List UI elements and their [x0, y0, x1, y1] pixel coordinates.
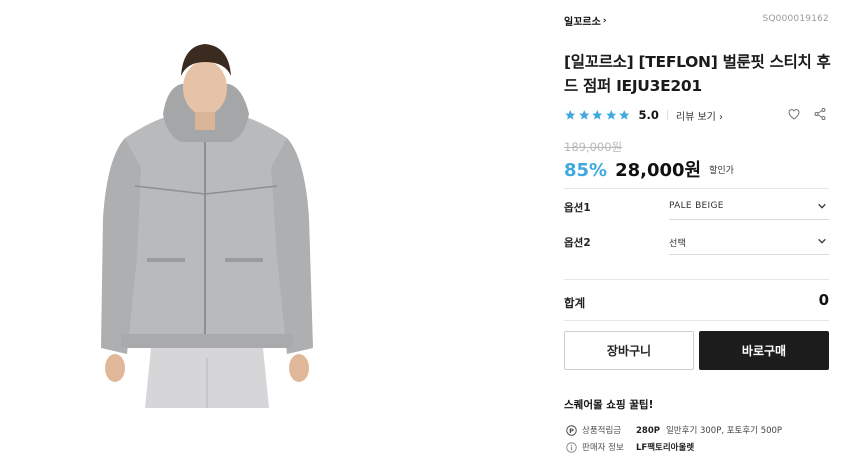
- product-actions: [787, 107, 827, 121]
- star-icon: [605, 110, 616, 120]
- divider: [564, 279, 829, 280]
- rating-score: 5.0: [638, 108, 659, 122]
- svg-text:P: P: [569, 426, 574, 434]
- seller-name: LF팩토리아울렛: [636, 443, 695, 453]
- points-info-row: P 상품적립금 280P 일반후기 300P, 포토후기 500P: [566, 423, 831, 437]
- chevron-down-icon: [818, 238, 826, 244]
- star-icon: [565, 110, 576, 120]
- points-detail: 일반후기 300P, 포토후기 500P: [665, 426, 783, 436]
- total-row: 합계 0: [564, 291, 829, 311]
- buy-now-button[interactable]: 바로구매: [699, 331, 829, 370]
- original-price: 189,000원: [564, 140, 623, 154]
- option-label: 옵션1: [564, 202, 591, 214]
- seller-value[interactable]: LF팩토리아울렛: [636, 441, 694, 453]
- divider: [564, 188, 829, 189]
- shopping-tips-title: 스퀘어몰 쇼핑 꿀팁!: [564, 399, 654, 411]
- option-select[interactable]: 선택: [669, 229, 829, 255]
- points-label: 상품적립금: [582, 426, 622, 436]
- discount-rate: 85%: [564, 160, 608, 181]
- option-row: 옵션2 선택: [564, 229, 829, 255]
- chevron-right-icon: ›: [602, 15, 607, 26]
- seller-label: 판매자 정보: [582, 443, 624, 453]
- chevron-right-icon: ›: [719, 111, 724, 123]
- brand-link[interactable]: 일꼬르소 ›: [564, 13, 607, 29]
- product-title: [일꼬르소] [TEFLON] 벌룬핏 스티치 후드 점퍼 IEJU3E201: [564, 53, 831, 95]
- seller-info-row: 판매자 정보 LF팩토리아울렛: [566, 440, 831, 453]
- star-icon: [578, 110, 589, 120]
- star-rating: [564, 109, 631, 121]
- add-to-cart-button[interactable]: 장바구니: [564, 331, 694, 370]
- point-icon: P: [566, 424, 577, 436]
- review-link[interactable]: 리뷰 보기 ›: [676, 108, 723, 123]
- option-select[interactable]: PALE BEIGE: [669, 194, 829, 220]
- sale-price: 28,000원: [615, 160, 702, 181]
- rating-row: 5.0 리뷰 보기 ›: [564, 107, 829, 123]
- review-link-label: 리뷰 보기: [675, 111, 716, 123]
- points-amount: 280P: [636, 426, 660, 436]
- star-icon: [619, 110, 630, 120]
- star-icon: [592, 110, 603, 120]
- option-value: 선택: [669, 239, 687, 249]
- brand-name: 일꼬르소: [564, 17, 601, 28]
- chevron-down-icon: [818, 203, 826, 209]
- price-row: 85% 28,000원 할인가: [564, 156, 734, 182]
- divider: [564, 320, 829, 321]
- heart-icon[interactable]: [787, 107, 801, 121]
- total-value: 0: [818, 291, 829, 309]
- option-value: PALE BEIGE: [669, 201, 724, 211]
- product-image: [55, 18, 355, 408]
- divider: [666, 110, 668, 120]
- points-value: 280P 일반후기 300P, 포토후기 500P: [636, 424, 782, 436]
- top-line: 일꼬르소 › SQ000019162: [564, 13, 829, 29]
- product-code: SQ000019162: [762, 14, 829, 24]
- share-icon[interactable]: [813, 107, 827, 121]
- info-icon: [566, 441, 577, 453]
- option-label: 옵션2: [564, 237, 591, 249]
- sale-price-tag: 할인가: [709, 166, 734, 176]
- product-info-panel: 일꼬르소 › SQ000019162 [일꼬르소] [TEFLON] 벌룬핏 스…: [564, 0, 831, 453]
- total-label: 합계: [564, 296, 586, 310]
- option-row: 옵션1 PALE BEIGE: [564, 194, 829, 220]
